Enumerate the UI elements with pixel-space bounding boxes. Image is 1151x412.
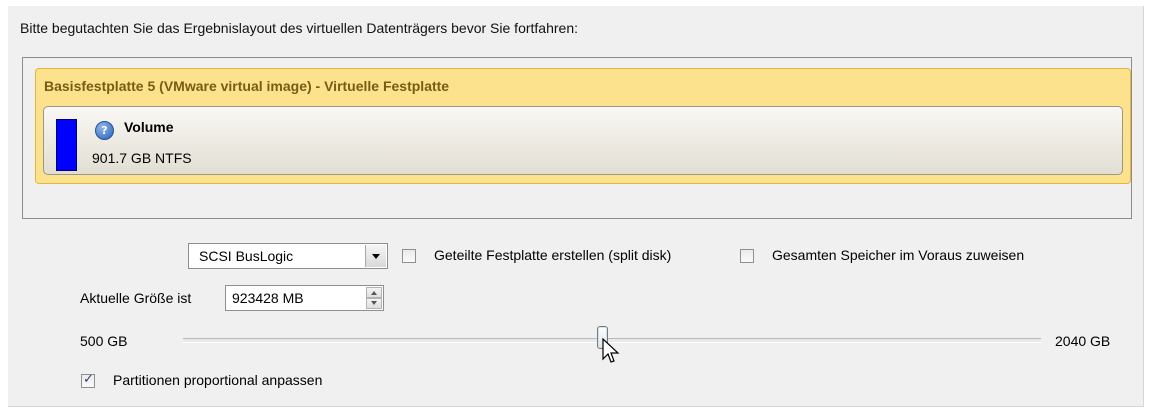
mouse-cursor-icon (602, 337, 620, 363)
size-spinner[interactable] (366, 287, 382, 309)
disk-layout-panel: Basisfestplatte 5 (VMware virtual image)… (22, 57, 1132, 219)
controller-selected-value: SCSI BusLogic (199, 248, 294, 264)
preallocate-label[interactable]: Gesamten Speicher im Voraus zuweisen (772, 247, 1024, 263)
chevron-down-icon[interactable] (365, 245, 386, 267)
split-disk-label[interactable]: Geteilte Festplatte erstellen (split dis… (434, 247, 671, 263)
controller-select[interactable]: SCSI BusLogic (188, 243, 388, 269)
instruction-text: Bitte begutachten Sie das Ergebnislayout… (20, 20, 578, 36)
preallocate-checkbox[interactable] (740, 249, 754, 263)
info-icon: ? (95, 121, 114, 140)
size-input-value: 923428 MB (232, 290, 304, 306)
proportional-label[interactable]: Partitionen proportional anpassen (113, 372, 322, 388)
spin-down-icon[interactable] (366, 298, 382, 309)
spin-up-icon[interactable] (366, 287, 382, 298)
slider-max-label: 2040 GB (1055, 333, 1111, 349)
volume-color-indicator (56, 119, 77, 171)
volume-size: 901.7 GB NTFS (92, 150, 192, 166)
size-input[interactable]: 923428 MB (225, 285, 384, 311)
size-label: Aktuelle Größe ist (80, 290, 192, 306)
disk-title: Basisfestplatte 5 (VMware virtual image)… (44, 78, 450, 94)
split-disk-checkbox[interactable] (402, 249, 416, 263)
disk-header[interactable]: Basisfestplatte 5 (VMware virtual image)… (35, 68, 1131, 184)
slider-min-label: 500 GB (80, 333, 128, 349)
proportional-checkbox[interactable] (81, 372, 95, 388)
volume-card[interactable]: ? Volume 901.7 GB NTFS (43, 106, 1123, 175)
volume-name: Volume (124, 119, 174, 135)
